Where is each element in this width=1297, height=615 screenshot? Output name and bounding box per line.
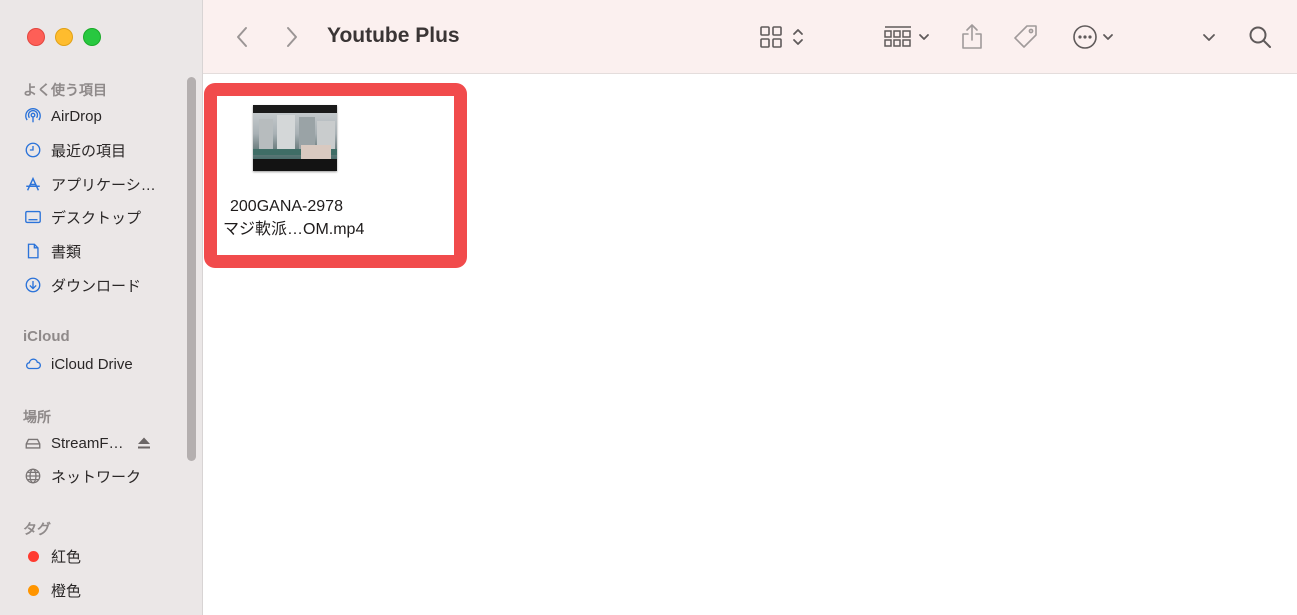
forward-button[interactable] — [281, 24, 303, 50]
sidebar-item-label: アプリケーシ… — [51, 176, 156, 194]
file-browser-content[interactable]: 200GANA-2978 マジ軟派…OM.mp4 — [203, 74, 1297, 615]
icon-view-grid-icon — [760, 26, 782, 48]
sidebar-item-label: 橙色 — [51, 582, 82, 600]
chevron-left-icon — [237, 27, 247, 47]
window-controls — [27, 28, 101, 46]
sidebar-item-label: StreamF… — [51, 434, 124, 452]
finder-window: よく使う項目 AirDrop 最近の項目 アプリケーシ… デスクトップ 書類 ダ… — [0, 0, 1297, 615]
view-mode-button[interactable] — [755, 22, 809, 52]
sidebar-item-label: デスクトップ — [51, 209, 142, 227]
chevron-down-icon — [919, 34, 929, 40]
sidebar-item-label: AirDrop — [51, 107, 102, 125]
sidebar-item-label: 最近の項目 — [51, 142, 127, 160]
applications-icon — [23, 174, 43, 194]
window-title: Youtube Plus — [327, 24, 460, 47]
file-name-line2: マジ軟派…OM.mp4 — [223, 221, 365, 238]
zoom-button[interactable] — [83, 28, 101, 46]
eject-icon[interactable] — [136, 436, 152, 450]
search-icon — [1249, 26, 1271, 48]
sidebar-scrollbar[interactable] — [187, 77, 196, 461]
file-item[interactable]: 200GANA-2978 マジ軟派…OM.mp4 — [204, 83, 467, 268]
sidebar-item-recents[interactable]: 最近の項目 — [23, 137, 126, 163]
chevron-right-icon — [287, 27, 297, 47]
document-icon — [23, 241, 43, 261]
tag-color-dot — [23, 546, 43, 566]
file-name-line1: 200GANA-2978 — [230, 198, 343, 215]
sidebar-item-label: ネットワーク — [51, 468, 142, 486]
drive-icon — [23, 433, 43, 453]
sidebar-item-tag-red[interactable]: 紅色 — [23, 543, 81, 569]
section-header-tags: タグ — [23, 521, 51, 537]
sidebar-item-documents[interactable]: 書類 — [23, 238, 81, 264]
airdrop-icon — [23, 106, 43, 126]
sidebar-item-label: 書類 — [51, 243, 82, 261]
sidebar-item-label: 紅色 — [51, 548, 82, 566]
close-button[interactable] — [27, 28, 45, 46]
section-header-locations: 場所 — [23, 409, 51, 425]
sidebar-item-label: iCloud Drive — [51, 355, 133, 373]
sidebar-item-desktop[interactable]: デスクトップ — [23, 204, 141, 230]
clock-icon — [23, 140, 43, 160]
desktop-icon — [23, 207, 43, 227]
chevron-down-icon — [1203, 34, 1215, 41]
tag-color-dot — [23, 580, 43, 600]
cloud-icon — [23, 354, 43, 374]
toolbar: Youtube Plus — [203, 0, 1297, 74]
ellipsis-circle-icon — [1073, 25, 1097, 49]
sidebar-item-airdrop[interactable]: AirDrop — [23, 103, 102, 129]
network-icon — [23, 466, 43, 486]
minimize-button[interactable] — [55, 28, 73, 46]
sidebar-item-downloads[interactable]: ダウンロード — [23, 272, 141, 298]
tag-icon — [1014, 25, 1037, 48]
share-icon — [962, 24, 982, 49]
sidebar-item-icloud-drive[interactable]: iCloud Drive — [23, 351, 133, 377]
chevron-down-icon — [1103, 34, 1113, 40]
search-button[interactable] — [1245, 22, 1275, 52]
sidebar-item-tag-orange[interactable]: 橙色 — [23, 577, 81, 603]
section-header-favorites: よく使う項目 — [23, 82, 107, 98]
more-button[interactable] — [1199, 26, 1219, 48]
chevron-updown-icon — [793, 29, 803, 45]
back-button[interactable] — [231, 24, 253, 50]
sidebar: よく使う項目 AirDrop 最近の項目 アプリケーシ… デスクトップ 書類 ダ… — [0, 0, 203, 615]
sidebar-item-label: ダウンロード — [51, 277, 142, 295]
sidebar-item-streamf[interactable]: StreamF… — [23, 430, 183, 456]
group-grid-icon — [884, 26, 911, 47]
share-button[interactable] — [957, 20, 987, 52]
file-name[interactable]: 200GANA-2978 マジ軟派…OM.mp4 — [217, 195, 454, 241]
sidebar-item-applications[interactable]: アプリケーシ… — [23, 171, 156, 197]
download-icon — [23, 275, 43, 295]
group-button[interactable] — [880, 22, 934, 52]
tag-button[interactable] — [1011, 22, 1041, 52]
sidebar-item-network[interactable]: ネットワーク — [23, 463, 141, 489]
video-thumbnail[interactable] — [253, 105, 337, 171]
section-header-icloud: iCloud — [23, 328, 70, 345]
action-button[interactable] — [1069, 22, 1117, 52]
